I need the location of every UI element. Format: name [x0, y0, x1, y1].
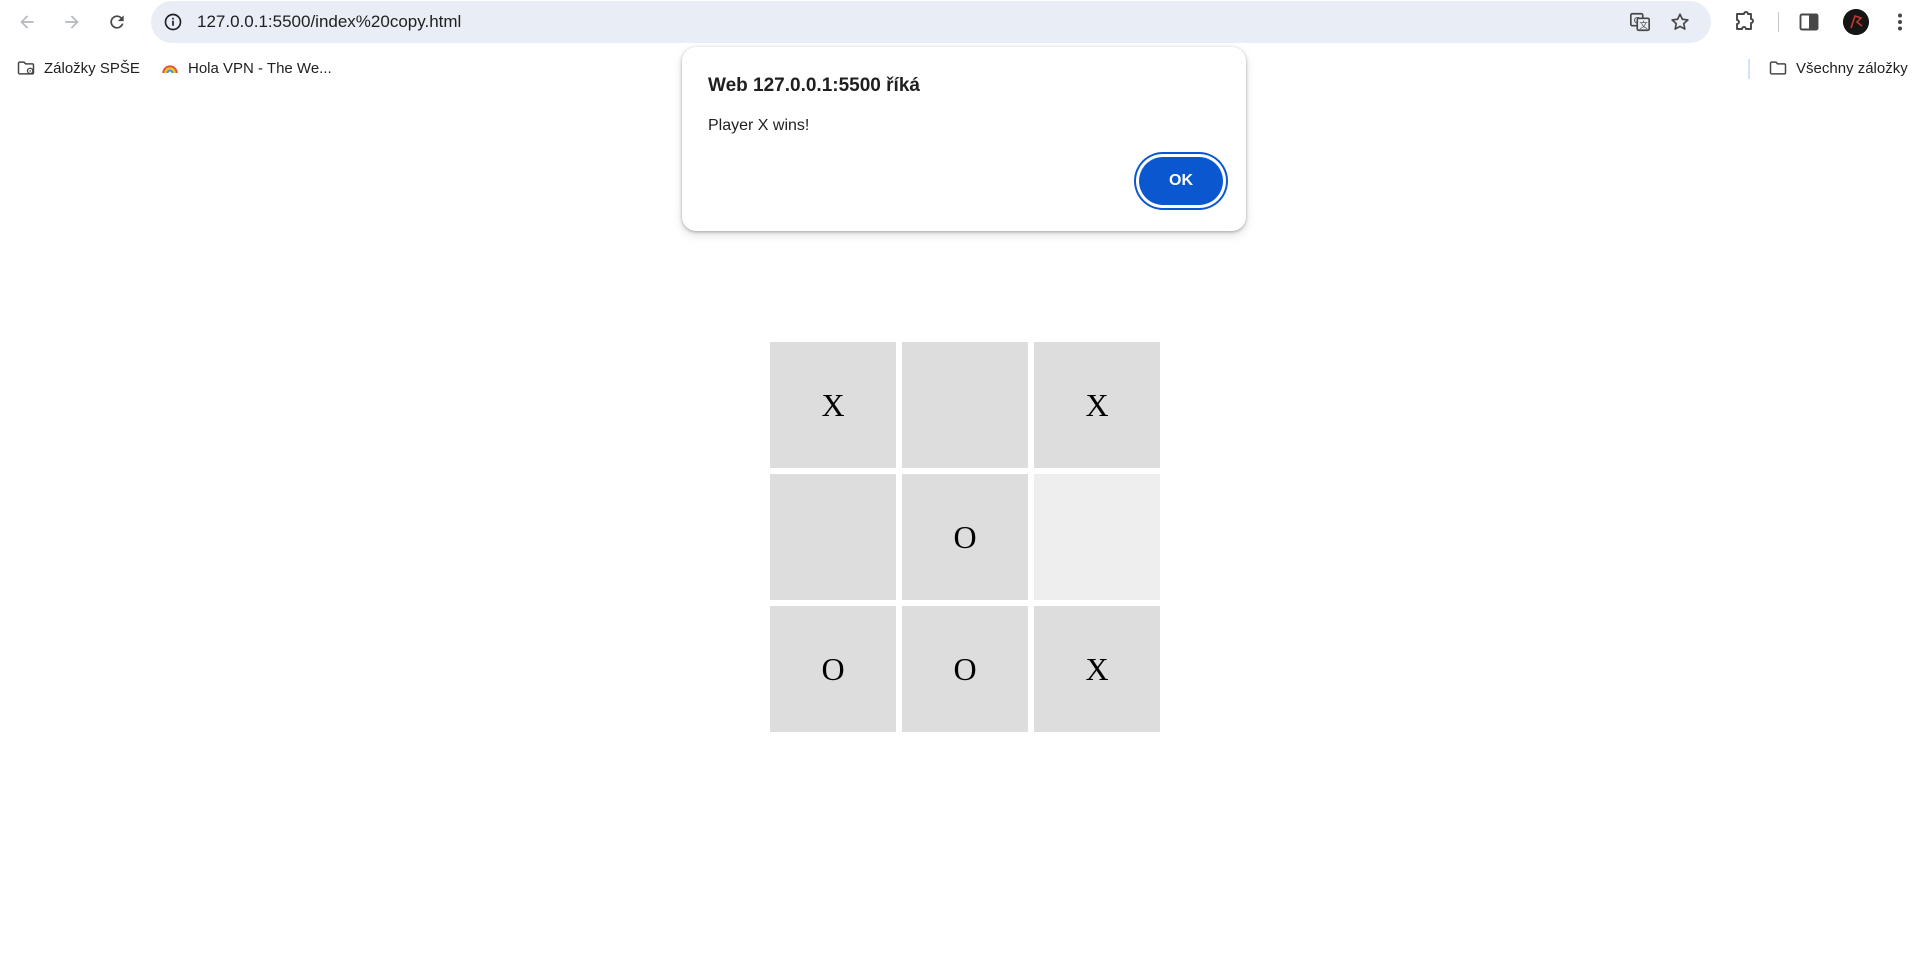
- browser-toolbar: 127.0.0.1:5500/index%20copy.html G 文: [0, 0, 1920, 44]
- reload-button[interactable]: [101, 6, 133, 38]
- board-cell[interactable]: [1034, 474, 1160, 600]
- puzzle-icon[interactable]: [1732, 10, 1756, 34]
- all-bookmarks-button[interactable]: Všechny záložky: [1768, 54, 1908, 82]
- dialog-message: Player X wins!: [708, 117, 810, 134]
- all-bookmarks-label: Všechny záložky: [1796, 59, 1908, 77]
- board-cell[interactable]: [902, 342, 1028, 468]
- url-text[interactable]: 127.0.0.1:5500/index%20copy.html: [197, 1, 461, 43]
- star-icon[interactable]: [1669, 11, 1691, 33]
- svg-text:文: 文: [1640, 20, 1648, 30]
- bookmarks-divider: [1748, 59, 1750, 79]
- board-cell[interactable]: O: [902, 474, 1028, 600]
- back-button[interactable]: [11, 6, 43, 38]
- board-cell[interactable]: O: [902, 606, 1028, 732]
- side-panel-icon[interactable]: [1797, 10, 1821, 34]
- folder-managed-icon: [17, 61, 35, 75]
- bookmark-hola-vpn[interactable]: Hola VPN - The We...: [160, 54, 332, 82]
- board-cell[interactable]: O: [770, 606, 896, 732]
- ok-button[interactable]: OK: [1139, 157, 1223, 205]
- kebab-menu-icon[interactable]: [1888, 10, 1912, 34]
- folder-icon: [1769, 61, 1787, 75]
- board-cell[interactable]: X: [1034, 606, 1160, 732]
- board-cell[interactable]: X: [1034, 342, 1160, 468]
- bookmark-folder-zalozky-spse[interactable]: Záložky SPŠE: [16, 54, 140, 82]
- forward-button[interactable]: [56, 6, 88, 38]
- bookmark-label: Záložky SPŠE: [44, 59, 140, 77]
- translate-icon[interactable]: G 文: [1629, 11, 1651, 33]
- arrow-left-icon: [20, 15, 34, 29]
- dialog-title: Web 127.0.0.1:5500 říká: [708, 75, 920, 96]
- profile-avatar[interactable]: [1843, 9, 1869, 35]
- reload-icon: [110, 15, 124, 29]
- board-cell[interactable]: [770, 474, 896, 600]
- avatar-icon: [1843, 9, 1869, 35]
- info-icon[interactable]: [163, 12, 183, 32]
- bookmark-label: Hola VPN - The We...: [188, 59, 332, 77]
- arrow-right-icon: [65, 15, 79, 29]
- alert-dialog: Web 127.0.0.1:5500 říká Player X wins! O…: [682, 47, 1246, 231]
- board-cell[interactable]: X: [770, 342, 896, 468]
- address-bar[interactable]: 127.0.0.1:5500/index%20copy.html G 文: [151, 1, 1711, 43]
- hola-vpn-icon: [162, 65, 178, 74]
- tic-tac-toe-board: X X O O O X: [770, 342, 1160, 732]
- toolbar-divider: [1778, 12, 1779, 32]
